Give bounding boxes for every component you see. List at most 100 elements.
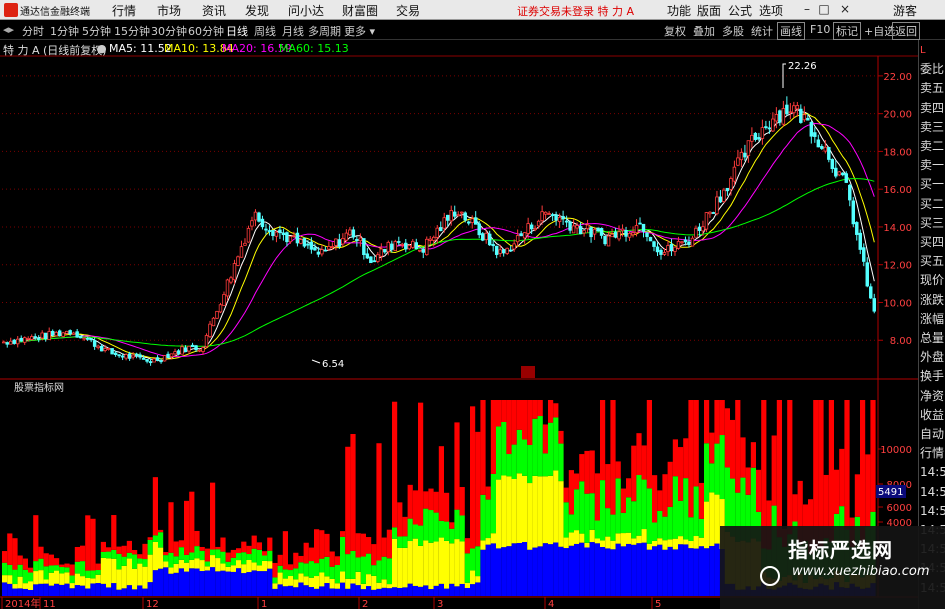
bar-blue — [106, 587, 112, 596]
bar-red — [220, 537, 226, 552]
bar-red — [152, 477, 158, 536]
candle-body — [697, 226, 702, 231]
price-axis-label: 14.00 — [883, 223, 912, 234]
price-axis-label: 16.00 — [883, 185, 912, 196]
bar-red — [662, 474, 668, 517]
candle-body — [334, 238, 338, 246]
bar-red — [563, 487, 569, 503]
kline-chart[interactable]: 22.00 20.00 18.00 16.00 14.00 12.00 10.00 8.00 1… — [0, 0, 918, 609]
bar-red — [350, 434, 356, 551]
bar-green — [506, 454, 512, 477]
bar-red — [329, 551, 335, 567]
bar-yellow — [95, 574, 101, 584]
quote-panel-item: 14:50 — [920, 484, 945, 499]
bar-green — [610, 514, 616, 541]
candle-body — [522, 232, 527, 239]
candle-body — [557, 216, 562, 223]
candle-body — [418, 249, 422, 252]
bar-red — [308, 547, 314, 562]
bar-blue — [85, 588, 91, 596]
bar-green — [449, 528, 455, 544]
candle-body — [190, 344, 195, 348]
bar-blue — [433, 585, 439, 596]
bar-yellow — [28, 581, 34, 590]
candle-body — [421, 248, 425, 253]
candle-body — [47, 331, 51, 341]
bar-yellow — [43, 579, 49, 584]
bar-blue — [329, 588, 335, 596]
candle-body — [554, 214, 558, 221]
candle-body — [117, 354, 121, 357]
quote-panel-item: 换手 — [920, 369, 945, 384]
bar-yellow — [17, 576, 23, 589]
bar-blue — [589, 542, 595, 596]
bar-red — [854, 474, 860, 517]
bar-green — [480, 494, 486, 541]
bar-yellow — [272, 583, 278, 589]
bar-green — [620, 512, 626, 534]
candle-body — [449, 210, 453, 222]
high-annotation-arrow — [782, 63, 786, 88]
bar-yellow — [579, 533, 585, 543]
bar-green — [719, 435, 725, 500]
bar-green — [496, 426, 502, 480]
bar-blue — [210, 567, 216, 596]
bar-blue — [506, 546, 512, 596]
current-value-label: 5491 — [878, 487, 903, 498]
bar-red — [750, 442, 756, 468]
bar-green — [381, 556, 387, 580]
bar-red — [402, 516, 408, 537]
candle-body — [89, 338, 93, 341]
bar-yellow — [256, 565, 262, 572]
bar-blue — [2, 582, 8, 596]
candle-body — [491, 244, 495, 247]
bar-green — [137, 558, 143, 564]
bar-red — [371, 544, 377, 566]
bar-yellow — [688, 540, 694, 549]
candle-body — [131, 354, 135, 358]
bar-yellow — [475, 576, 481, 583]
candle-body — [484, 232, 488, 241]
bar-yellow — [506, 476, 512, 547]
bar-blue — [251, 570, 257, 596]
bar-yellow — [485, 538, 491, 545]
bar-red — [870, 400, 876, 512]
bar-red — [740, 437, 746, 478]
bar-green — [85, 570, 91, 578]
candle-body — [477, 223, 481, 236]
bar-green — [17, 564, 23, 577]
bar-green — [672, 476, 678, 539]
bar-blue — [605, 548, 611, 596]
candle-body — [550, 214, 555, 217]
bar-yellow — [620, 533, 626, 547]
candle-body — [466, 221, 471, 224]
bar-green — [69, 575, 75, 584]
candle-body — [645, 232, 649, 237]
quote-panel-item: 买四 — [920, 235, 945, 249]
bar-red — [646, 400, 652, 489]
candle-body — [669, 243, 674, 251]
candle-body — [243, 242, 247, 246]
bar-red — [698, 482, 704, 519]
quote-panel-item[interactable]: L — [920, 42, 945, 59]
bar-green — [334, 565, 340, 584]
candle-body — [257, 212, 261, 222]
candle-body — [344, 232, 349, 241]
bar-blue — [444, 588, 450, 596]
bar-yellow — [319, 572, 325, 587]
bar-yellow — [683, 539, 689, 545]
candle-body — [253, 211, 258, 221]
bar-red — [594, 473, 600, 521]
bar-blue — [319, 586, 325, 596]
candle-body — [659, 249, 663, 255]
candle-body — [267, 230, 272, 232]
bar-blue — [527, 549, 533, 596]
candle-body — [330, 246, 335, 248]
bar-blue — [470, 584, 476, 596]
bar-red — [548, 400, 554, 423]
price-axis-label: 8.00 — [890, 336, 912, 347]
candle-body — [536, 220, 541, 227]
candle-body — [295, 232, 300, 244]
quote-panel-item: 总量 — [920, 331, 945, 345]
bar-blue — [324, 583, 330, 596]
